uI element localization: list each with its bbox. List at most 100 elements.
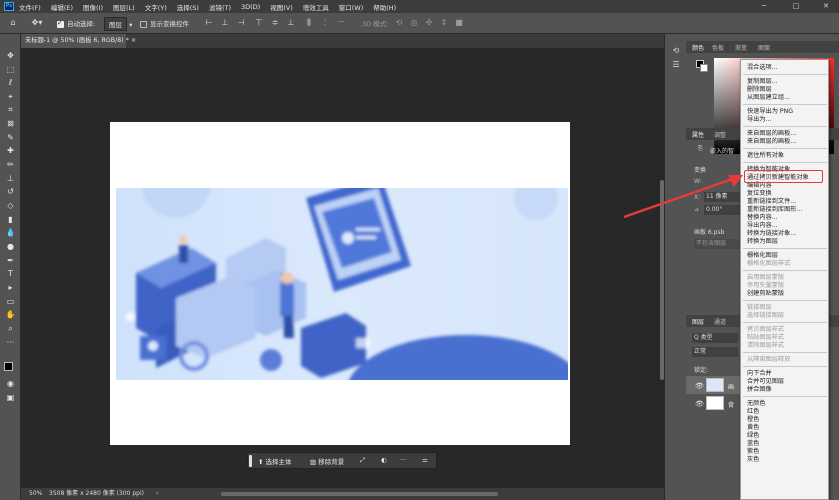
eyedropper-tool-icon[interactable]: ✎ <box>4 132 17 143</box>
move-tool-icon[interactable]: ✥▾ <box>30 18 44 28</box>
blur-tool-icon[interactable]: 💧 <box>4 227 17 238</box>
panel-background-swatch[interactable] <box>700 64 708 72</box>
context-menu-item[interactable]: 蓝色 <box>747 440 759 448</box>
context-menu-item[interactable]: 重新链接到库图形... <box>747 206 802 214</box>
visibility-eye-icon[interactable]: 👁 <box>695 382 704 390</box>
taskbar-settings-icon[interactable]: ⚌ <box>422 456 428 464</box>
context-menu-item[interactable]: 创建剪贴蒙版 <box>747 290 784 298</box>
context-menu-item[interactable]: 复制图层... <box>747 78 778 86</box>
brush-settings-icon[interactable]: ☰ <box>670 60 682 70</box>
context-menu-item[interactable]: 来自图层的画板... <box>747 138 796 146</box>
context-menu-item[interactable]: 合并可见图层 <box>747 378 784 386</box>
3d-rotate-icon[interactable]: ⟲ <box>393 18 405 28</box>
select-subject-button[interactable]: ⬆ 选择主体 <box>258 456 292 466</box>
auto-select-toggle[interactable]: 自动选择: <box>57 18 95 28</box>
menu-type[interactable]: 文字(Y) <box>145 2 167 12</box>
hand-tool-icon[interactable]: ✋ <box>4 309 17 320</box>
marquee-tool-icon[interactable]: ⬚ <box>4 64 17 75</box>
tab-properties[interactable]: 属性 <box>692 130 704 139</box>
document-tab[interactable]: 未标题-1 @ 50% (画板 6, RGB/8) * × <box>21 34 136 48</box>
context-menu-item[interactable]: 来自图层的画板... <box>747 130 796 138</box>
tab-swatches[interactable]: 色板 <box>712 43 724 52</box>
document-tab-close-icon[interactable]: × <box>131 37 136 44</box>
type-tool-icon[interactable]: T <box>4 268 17 279</box>
dodge-tool-icon[interactable]: ● <box>4 241 17 252</box>
layer-comp-field[interactable]: 不包含图层 <box>694 239 742 249</box>
gradient-tool-icon[interactable]: ▮ <box>4 214 17 225</box>
blend-mode-dropdown[interactable]: 正常 <box>692 347 738 357</box>
tab-patterns[interactable]: 图案 <box>758 43 770 52</box>
context-menu-item[interactable]: 删除图层 <box>747 86 772 94</box>
history-brush-icon[interactable]: ↺ <box>4 186 17 197</box>
context-menu-item[interactable]: 黄色 <box>747 424 759 432</box>
horizontal-scrollbar[interactable] <box>221 492 498 496</box>
context-menu-item[interactable]: 橙色 <box>747 416 759 424</box>
distribute-spacing-icon[interactable]: ⫶ <box>318 18 332 28</box>
minimize-button[interactable]: ─ <box>753 0 775 13</box>
menu-view[interactable]: 视图(V) <box>270 2 293 12</box>
status-arrow-icon[interactable]: › <box>156 488 158 500</box>
align-middle-icon[interactable]: ≑ <box>268 18 282 28</box>
menu-plugins[interactable]: 增效工具 <box>303 2 329 12</box>
adjust-icon[interactable]: ◐ <box>381 456 387 464</box>
remove-background-button[interactable]: ▨ 移除背景 <box>310 456 344 466</box>
taskbar-drag-handle[interactable] <box>249 455 252 467</box>
context-menu-item[interactable]: 复位变换 <box>747 190 772 198</box>
close-window-button[interactable]: ✕ <box>815 0 837 13</box>
context-menu-item[interactable]: 转换为图层 <box>747 238 778 246</box>
menu-3d[interactable]: 3D(D) <box>241 3 260 11</box>
quick-mask-icon[interactable]: ◉ <box>4 378 17 389</box>
layer-filter-dropdown[interactable]: Q 类型 <box>692 333 738 343</box>
zoom-level[interactable]: 50% <box>29 488 42 500</box>
context-menu-item[interactable]: 编辑内容 <box>747 182 772 190</box>
path-select-icon[interactable]: ▸ <box>4 282 17 293</box>
show-transform-toggle[interactable]: 显示变换控件 <box>140 18 189 28</box>
tab-gradients[interactable]: 渐变 <box>735 43 747 52</box>
menu-help[interactable]: 帮助(H) <box>373 2 396 12</box>
layer-name[interactable]: 画 <box>728 382 734 391</box>
tab-channels[interactable]: 通道 <box>714 317 726 326</box>
context-menu-item[interactable]: 遮住所有对象 <box>747 152 784 160</box>
context-menu-item[interactable]: 重新链接到文件... <box>747 198 796 206</box>
move-tool-icon[interactable]: ✥ <box>4 50 17 61</box>
auto-select-dropdown[interactable]: 图层 ▾ <box>104 17 132 31</box>
crop-tool-icon[interactable]: ⌗ <box>4 104 17 115</box>
zoom-tool-icon[interactable]: ⌕ <box>4 323 17 334</box>
tab-adjustments[interactable]: 调整 <box>714 130 726 139</box>
tab-layers[interactable]: 图层 <box>692 317 704 326</box>
distribute-icon[interactable]: ⫼ <box>302 18 316 28</box>
3d-slide-icon[interactable]: ⇕ <box>438 18 450 28</box>
eraser-tool-icon[interactable]: ◇ <box>4 200 17 211</box>
auto-select-checkbox[interactable] <box>57 19 64 28</box>
shape-tool-icon[interactable]: ▭ <box>4 296 17 307</box>
3d-roll-icon[interactable]: ◎ <box>408 18 420 28</box>
foreground-color-swatch[interactable] <box>4 362 13 371</box>
pen-tool-icon[interactable]: ✒ <box>4 255 17 266</box>
menu-layer[interactable]: 图层(L) <box>113 2 135 12</box>
maximize-button[interactable]: □ <box>785 0 807 13</box>
menu-select[interactable]: 选择(S) <box>177 2 199 12</box>
taskbar-more-button[interactable]: ··· <box>400 456 406 464</box>
context-menu-item[interactable]: 从图层建立组... <box>747 94 790 102</box>
menu-filter[interactable]: 滤镜(T) <box>209 2 231 12</box>
context-menu-item[interactable]: 绿色 <box>747 432 759 440</box>
align-center-icon[interactable]: ⊥ <box>218 18 232 28</box>
context-menu-item[interactable]: 混合选项... <box>747 64 778 72</box>
visibility-eye-icon-bg[interactable]: 👁 <box>695 400 704 408</box>
show-transform-checkbox[interactable] <box>140 20 147 28</box>
context-menu-item[interactable]: 紫色 <box>747 448 759 456</box>
menu-edit[interactable]: 编辑(E) <box>51 2 73 12</box>
quick-select-tool-icon[interactable]: ⌖ <box>4 91 17 102</box>
context-menu-item[interactable]: 导出内容... <box>747 222 778 230</box>
context-menu-item[interactable]: 红色 <box>747 408 759 416</box>
3d-scale-icon[interactable]: ■ <box>453 18 465 28</box>
context-menu-item[interactable]: 灰色 <box>747 456 759 464</box>
menu-image[interactable]: 图像(I) <box>83 2 103 12</box>
context-menu-item[interactable]: 转换为链接对象... <box>747 230 796 238</box>
align-top-icon[interactable]: ⊤ <box>252 18 266 28</box>
healing-brush-icon[interactable]: ✚ <box>4 145 17 156</box>
transform-icon[interactable]: ⤢ <box>360 456 365 465</box>
more-options-button[interactable]: ··· <box>338 18 344 26</box>
context-menu-item[interactable]: 替换内容... <box>747 214 778 222</box>
background-layer-name[interactable]: 背 <box>728 400 734 409</box>
